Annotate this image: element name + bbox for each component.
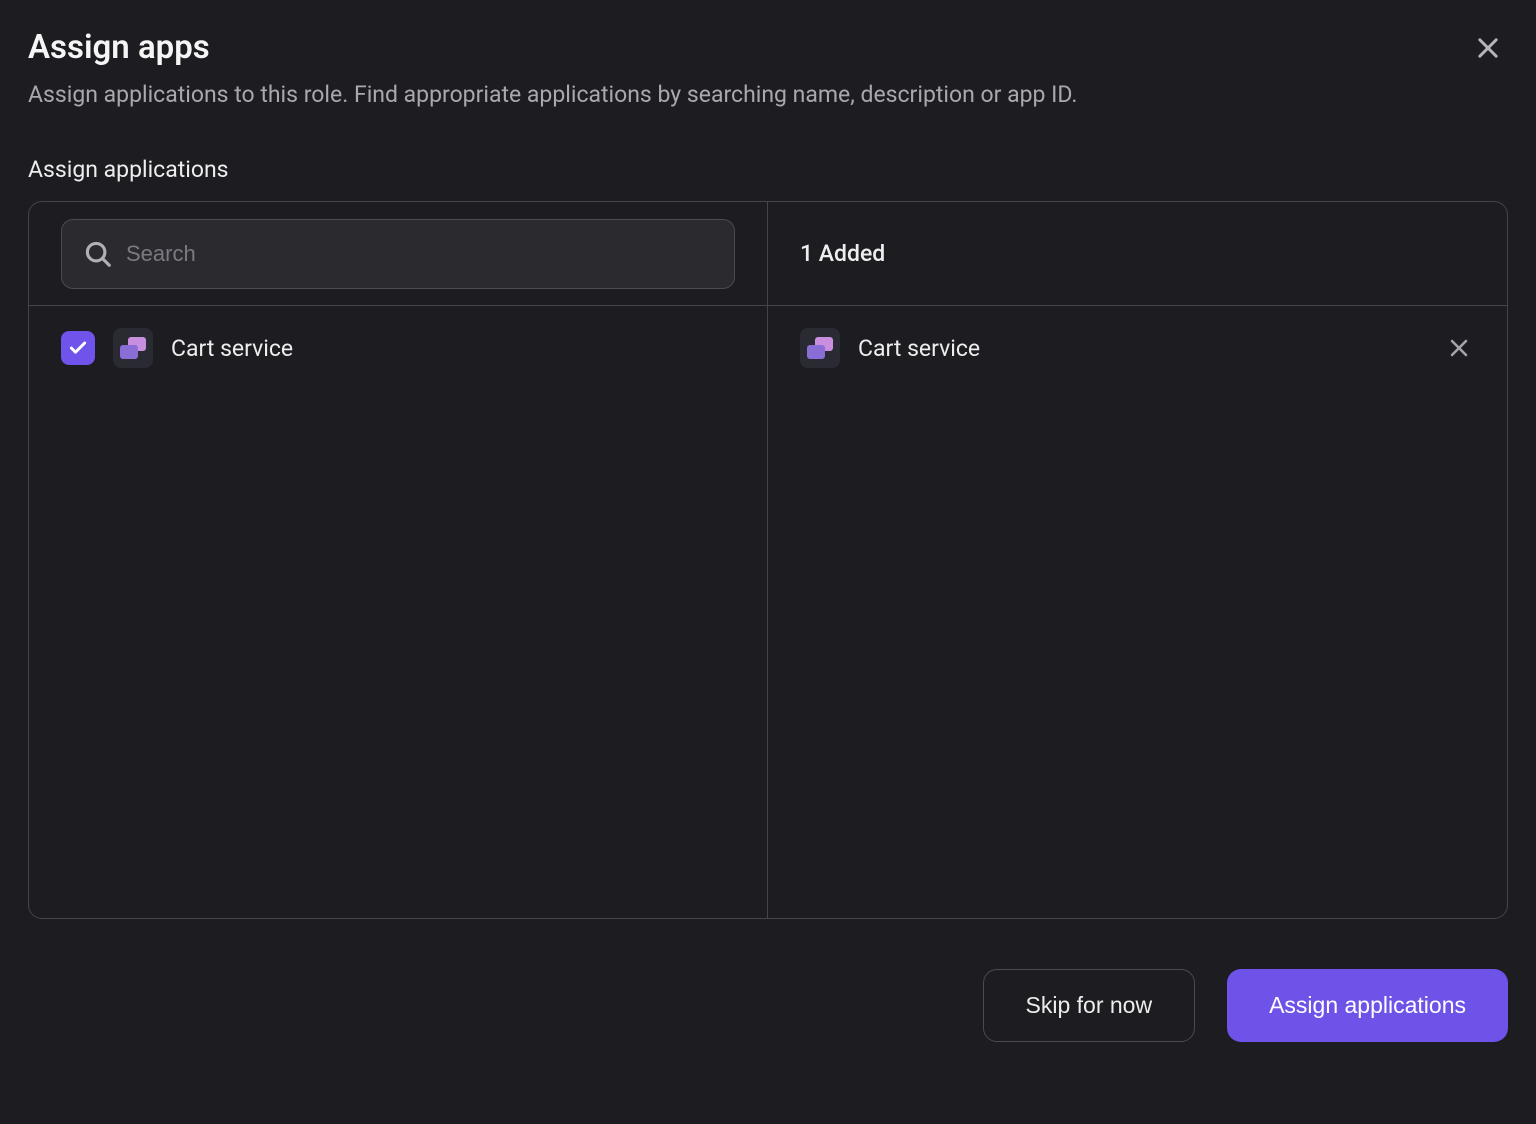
assignment-panels: Cart service 1 Added Cart service [28, 201, 1508, 919]
remove-app-button[interactable] [1443, 332, 1475, 364]
close-button[interactable] [1468, 28, 1508, 68]
close-icon [1474, 34, 1502, 62]
app-checkbox[interactable] [61, 331, 95, 365]
search-input[interactable] [61, 219, 735, 289]
dialog-subtitle: Assign applications to this role. Find a… [28, 81, 1468, 108]
available-apps-panel: Cart service [29, 202, 768, 918]
dialog-title: Assign apps [28, 28, 1468, 67]
app-icon [800, 328, 840, 368]
available-app-row[interactable]: Cart service [61, 324, 735, 372]
search-icon [83, 239, 113, 269]
app-icon [113, 328, 153, 368]
added-count-label: 1 Added [800, 240, 885, 267]
added-app-row: Cart service [800, 324, 1475, 372]
section-label: Assign applications [28, 156, 1508, 183]
app-name-label: Cart service [171, 335, 293, 362]
check-icon [68, 338, 88, 358]
added-app-name-label: Cart service [858, 335, 980, 362]
skip-button[interactable]: Skip for now [983, 969, 1196, 1042]
assign-button[interactable]: Assign applications [1227, 969, 1508, 1042]
remove-icon [1447, 336, 1471, 360]
added-apps-panel: 1 Added Cart service [768, 202, 1507, 918]
